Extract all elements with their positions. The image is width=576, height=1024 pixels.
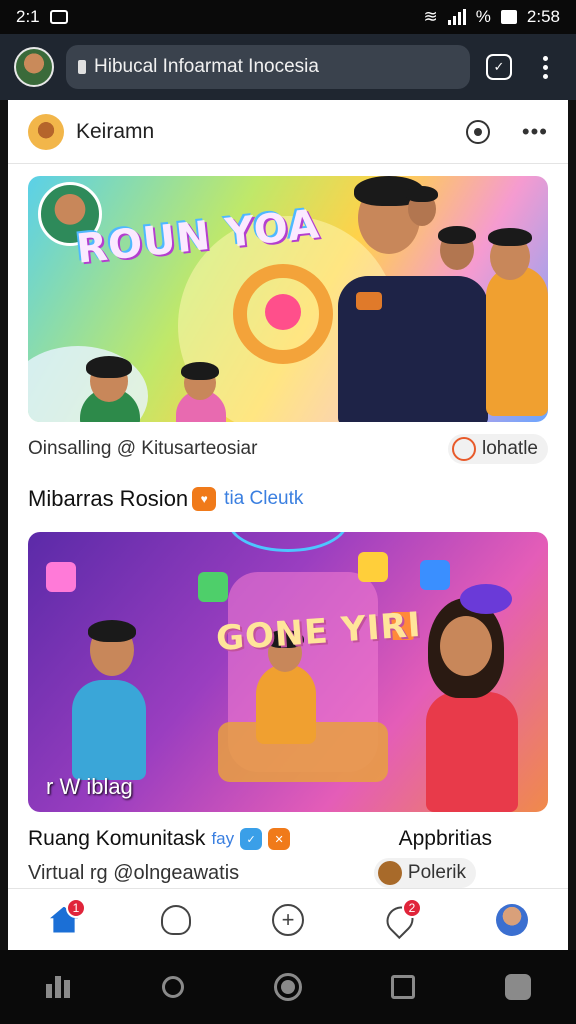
home-button[interactable] [268, 967, 308, 1007]
plus-icon: + [272, 903, 304, 936]
status-time: 2:1 [16, 7, 40, 26]
section-link[interactable]: tia Cleutk [224, 488, 303, 510]
battery-icon [500, 10, 517, 24]
section-heading: Mibarras Rosion ♥ tia Cleutk [28, 486, 303, 512]
home-circle-icon [273, 973, 302, 1001]
nav-home[interactable]: 1 [42, 897, 86, 942]
reaction-label: Polerik [407, 862, 466, 883]
profile-avatar[interactable] [14, 47, 54, 87]
overview-button[interactable] [383, 967, 423, 1007]
assistant-button[interactable] [498, 967, 538, 1007]
menu-button[interactable] [528, 50, 562, 84]
post-title: Ruang Komunitask [28, 827, 206, 850]
signal-icon [447, 9, 466, 25]
tabs-icon: ✓ [486, 54, 512, 80]
section-title: Mibarras Rosion [28, 486, 189, 511]
image-overlay-text: r W iblag [46, 774, 133, 799]
notification-icon [49, 10, 68, 24]
fire-icon: ✕ [268, 828, 291, 850]
post-subcaption: Virtual rg @olngeawatis [28, 861, 240, 884]
target-icon[interactable] [465, 119, 490, 144]
bars-icon [45, 976, 70, 998]
recents-apps-button[interactable] [38, 967, 78, 1007]
post-category[interactable]: Appbritias [399, 827, 492, 851]
browser-toolbar: Hibucal Infoarmat Inocesia ✓ [0, 34, 576, 100]
author-name[interactable]: Keiramn [76, 120, 466, 144]
post-image-1[interactable]: ROUN YOA [28, 176, 548, 422]
post-header: Keiramn ••• [8, 100, 568, 164]
more-options-icon[interactable]: ••• [522, 119, 548, 145]
kebab-menu-icon [542, 55, 548, 79]
author-avatar[interactable] [28, 113, 64, 150]
nav-notifications[interactable]: 2 [378, 897, 422, 942]
status-bar: 2:1 ≋ % 2:58 [0, 0, 576, 34]
feed: Keiramn ••• ROUN YOA Oinsalling @ Kitusa [8, 100, 568, 950]
profile-avatar-icon [496, 903, 528, 936]
reaction-chip[interactable]: lohatle [448, 434, 548, 464]
nav-friends[interactable] [154, 898, 198, 942]
lock-icon [78, 60, 86, 74]
square-icon [391, 975, 416, 999]
status-time-right: 2:58 [526, 7, 560, 26]
gear-icon [505, 974, 532, 1000]
tabs-button[interactable]: ✓ [482, 50, 516, 84]
post-caption-row-1: Oinsalling @ Kitusarteosiar lohatle [28, 432, 548, 466]
wifi-icon: ≋ [423, 7, 438, 26]
address-bar[interactable]: Hibucal Infoarmat Inocesia [66, 45, 470, 89]
nav-profile[interactable] [490, 898, 534, 942]
speech-bubble-icon [452, 437, 476, 461]
badge-text: fay [211, 829, 235, 848]
bottom-navigation: 1 + 2 [8, 888, 568, 950]
battery-percent: % [475, 7, 491, 26]
search-icon [161, 976, 184, 998]
system-navigation-bar [0, 950, 576, 1024]
post-caption: Oinsalling @ Kitusarteosiar [28, 438, 258, 459]
post-caption-row-2: Ruang Komunitask fay ✓ ✕ Appbritias [28, 824, 548, 854]
user-icon [161, 904, 191, 935]
post-image-2[interactable]: GONE YIRI r W iblag [28, 532, 548, 812]
reaction-avatar-icon [377, 861, 402, 885]
post-caption-row-3: Virtual rg @olngeawatis Polerik [28, 858, 548, 888]
search-button[interactable] [153, 967, 193, 1007]
nav-create[interactable]: + [266, 898, 310, 942]
verified-badge-icon: ♥ [192, 487, 217, 511]
notification-badge: 2 [402, 897, 422, 918]
home-badge: 1 [66, 897, 86, 918]
heart-graphic [265, 294, 301, 330]
reaction-label: lohatle [482, 438, 538, 459]
url-text: Hibucal Infoarmat Inocesia [94, 56, 319, 77]
verified-icon: ✓ [240, 828, 263, 850]
reaction-chip[interactable]: Polerik [373, 858, 476, 888]
